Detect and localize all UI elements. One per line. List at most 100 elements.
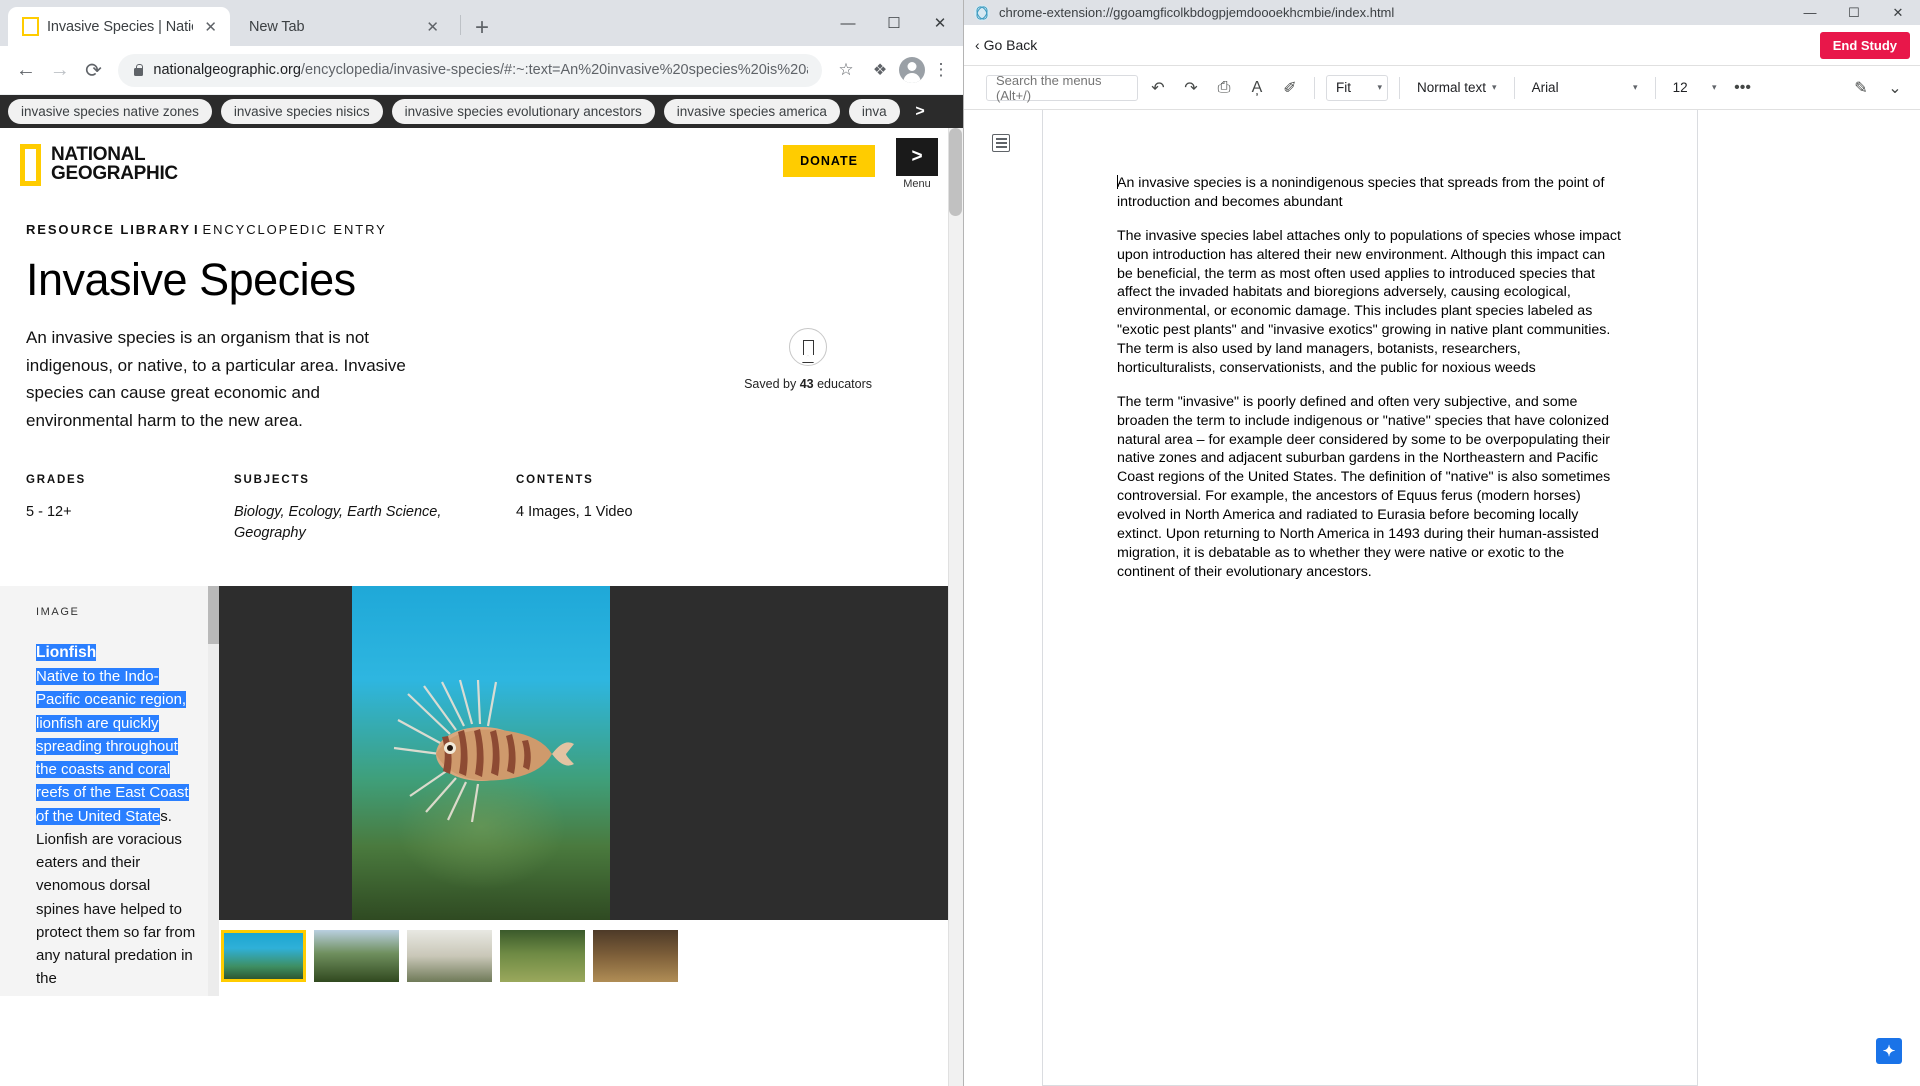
url-text: nationalgeographic.org/encyclopedia/inva… xyxy=(153,62,808,78)
saved-count-text: Saved by 43 educators xyxy=(744,377,872,391)
omnibox-toolbar: ← → ⟳ nationalgeographic.org/encyclopedi… xyxy=(0,46,963,95)
edit-mode-icon[interactable]: ✎ xyxy=(1848,75,1874,101)
image-caption-rest: s. Lionfish are voracious eaters and the… xyxy=(36,807,196,988)
search-chip[interactable]: invasive species native zones xyxy=(8,99,212,124)
chevron-left-icon: ‹ xyxy=(975,37,980,53)
collapse-toolbar-icon[interactable]: ⌄ xyxy=(1882,75,1908,101)
browser-tab-newtab[interactable]: New Tab ✕ xyxy=(230,7,452,46)
meta-grades: GRADES 5 - 12+ xyxy=(26,474,234,544)
address-bar[interactable]: nationalgeographic.org/encyclopedia/inva… xyxy=(118,53,822,87)
lock-icon xyxy=(132,63,144,77)
thumbnail-item[interactable] xyxy=(593,930,678,983)
article-summary: An invasive species is an organism that … xyxy=(26,328,406,430)
site-menu[interactable]: > Menu xyxy=(896,138,938,190)
meta-label: GRADES xyxy=(26,474,87,487)
meta-label: SUBJECTS xyxy=(234,474,310,487)
chevron-down-icon: ▾ xyxy=(1492,82,1497,92)
maximize-button[interactable]: ☐ xyxy=(871,3,917,43)
paragraph-style-select[interactable]: Normal text ▾ xyxy=(1411,75,1503,101)
meta-contents: CONTENTS 4 Images, 1 Video xyxy=(516,474,633,544)
extensions-puzzle-icon[interactable]: ❖ xyxy=(865,60,895,80)
explore-button[interactable]: ✦ xyxy=(1876,1038,1902,1064)
redo-icon[interactable]: ↷ xyxy=(1178,75,1204,101)
paint-format-icon[interactable]: ✐ xyxy=(1277,75,1303,101)
browser-tab-active[interactable]: Invasive Species | National Geogr ✕ xyxy=(8,7,230,46)
extension-topbar: ‹ Go Back End Study xyxy=(964,25,1920,66)
window-controls: — ☐ ✕ xyxy=(825,0,963,46)
extension-url: chrome-extension://ggoamgficolkbdogpjemd… xyxy=(999,5,1395,20)
docs-toolbar: Search the menus (Alt+/) ↶ ↷ ⎙ A̦ ✐ Fit … xyxy=(964,66,1920,110)
font-family-select[interactable]: Arial ▾ xyxy=(1526,75,1644,101)
natgeo-logo[interactable]: NATIONAL GEOGRAPHIC xyxy=(20,144,178,186)
forward-icon[interactable]: → xyxy=(44,53,76,87)
close-window-button[interactable]: ✕ xyxy=(1876,0,1920,25)
profile-avatar[interactable] xyxy=(898,57,925,83)
document-page[interactable]: An invasive species is a nonindigenous s… xyxy=(1042,110,1698,1086)
go-back-label: Go Back xyxy=(983,37,1038,53)
toolbar-divider xyxy=(1314,76,1315,99)
natgeo-wordmark: NATIONAL GEOGRAPHIC xyxy=(51,146,178,183)
extension-titlebar: chrome-extension://ggoamgficolkbdogpjemd… xyxy=(964,0,1920,25)
chevron-down-icon: ▾ xyxy=(1377,82,1382,92)
close-icon[interactable]: ✕ xyxy=(423,18,442,36)
size-value: 12 xyxy=(1672,80,1688,95)
caption-scrollbar-thumb[interactable] xyxy=(208,586,219,645)
breadcrumb-type: ENCYCLOPEDIC ENTRY xyxy=(202,222,387,237)
search-chip[interactable]: invasive species nisics xyxy=(220,99,383,124)
minimize-button[interactable]: — xyxy=(1788,0,1832,25)
saved-prefix: Saved by xyxy=(744,377,797,391)
close-icon[interactable]: ✕ xyxy=(201,18,220,36)
omnibox-actions: ☆ ❖ ⋮ xyxy=(831,57,953,83)
browser-menu-icon[interactable]: ⋮ xyxy=(929,60,953,80)
more-options-icon[interactable]: ••• xyxy=(1730,75,1756,101)
undo-icon[interactable]: ↶ xyxy=(1145,75,1171,101)
lionfish-photo xyxy=(352,586,610,921)
page-scrollbar-thumb[interactable] xyxy=(949,128,962,216)
print-icon[interactable]: ⎙ xyxy=(1211,75,1237,101)
thumbnail-item[interactable] xyxy=(314,930,399,983)
chips-next-button[interactable]: > xyxy=(905,99,935,124)
web-page-content: NATIONAL GEOGRAPHIC DONATE > Menu RESOUR… xyxy=(0,128,948,1086)
search-menus-input[interactable]: Search the menus (Alt+/) xyxy=(986,73,1138,103)
meta-value: 4 Images, 1 Video xyxy=(516,504,633,521)
spelling-check-icon[interactable]: A̦ xyxy=(1244,75,1270,101)
font-size-select[interactable]: 12 ▾ xyxy=(1667,75,1723,101)
search-chip[interactable]: invasive species america xyxy=(663,99,840,124)
maximize-button[interactable]: ☐ xyxy=(1832,0,1876,25)
image-module-kicker: IMAGE xyxy=(36,606,80,619)
caption-scrollbar-track[interactable] xyxy=(208,586,219,997)
bookmark-button[interactable] xyxy=(789,328,828,366)
url-domain: nationalgeographic.org xyxy=(153,62,301,78)
chrome-browser-window: Invasive Species | National Geogr ✕ New … xyxy=(0,0,964,1086)
end-study-button[interactable]: End Study xyxy=(1819,32,1910,59)
document-outline-icon[interactable] xyxy=(992,134,1010,152)
minimize-button[interactable]: — xyxy=(825,3,871,43)
hero-image xyxy=(219,586,948,921)
zoom-value: Fit xyxy=(1336,80,1351,95)
zoom-level-select[interactable]: Fit ▾ xyxy=(1326,74,1388,101)
go-back-button[interactable]: ‹ Go Back xyxy=(970,37,1037,53)
menu-label: Menu xyxy=(903,178,931,190)
page-scrollbar-track[interactable] xyxy=(948,128,963,1086)
search-chip[interactable]: inva xyxy=(848,99,900,124)
search-chip[interactable]: invasive species evolutionary ancestors xyxy=(391,99,655,124)
meta-label: CONTENTS xyxy=(516,474,594,487)
reload-icon[interactable]: ⟳ xyxy=(78,53,110,87)
page-bottom-spacer xyxy=(0,996,948,1025)
document-right-margin: ✦ xyxy=(1698,110,1920,1086)
breadcrumb: RESOURCE LIBRARY I ENCYCLOPEDIC ENTRY xyxy=(26,222,920,237)
back-icon[interactable]: ← xyxy=(10,53,42,87)
thumbnail-item[interactable] xyxy=(221,930,306,983)
image-caption-highlighted: Native to the Indo-Pacific oceanic regio… xyxy=(36,668,189,825)
save-widget: Saved by 43 educators xyxy=(744,324,920,434)
menu-arrow-icon[interactable]: > xyxy=(896,138,938,176)
thumbnail-item[interactable] xyxy=(407,930,492,983)
new-tab-button[interactable]: + xyxy=(475,16,489,40)
tab-divider xyxy=(460,15,461,35)
thumbnail-item[interactable] xyxy=(500,930,585,983)
bookmark-star-icon[interactable]: ☆ xyxy=(831,60,861,80)
close-window-button[interactable]: ✕ xyxy=(917,3,963,43)
meta-value: 5 - 12+ xyxy=(26,504,72,521)
donate-button[interactable]: DONATE xyxy=(783,145,875,177)
natgeo-site-header: NATIONAL GEOGRAPHIC DONATE > Menu xyxy=(0,128,948,190)
